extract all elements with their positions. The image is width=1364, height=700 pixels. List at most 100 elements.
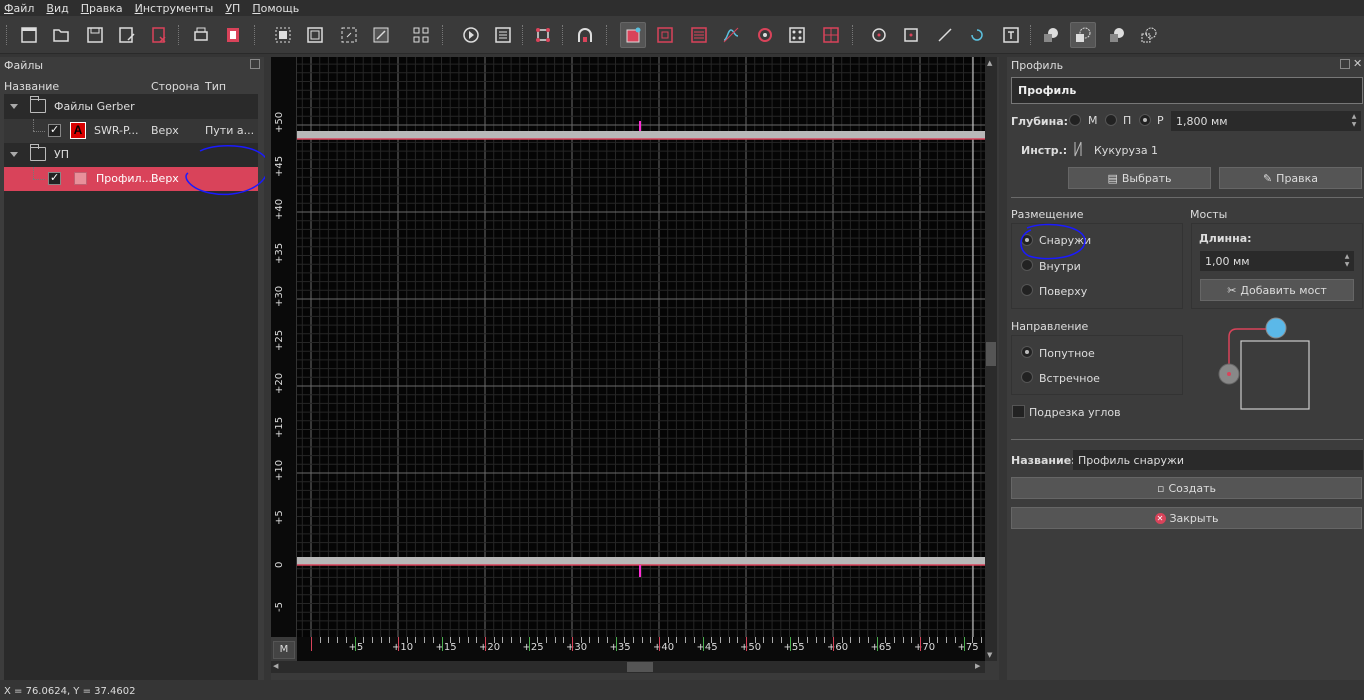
scroll-right-icon[interactable]: ▶ bbox=[975, 662, 980, 670]
column-side[interactable]: Сторона bbox=[151, 80, 199, 93]
isolation-tool-icon[interactable] bbox=[718, 22, 744, 48]
close-file-icon[interactable] bbox=[146, 22, 172, 48]
board-outline-path[interactable] bbox=[297, 557, 985, 565]
edit-tool-button[interactable]: ✎ Правка bbox=[1219, 167, 1362, 189]
drill-grid-icon[interactable] bbox=[818, 22, 844, 48]
ruler-tick bbox=[319, 637, 321, 643]
name-value: Профиль снаружи bbox=[1078, 454, 1185, 467]
depth-radio-m[interactable] bbox=[1069, 114, 1081, 126]
intersect-icon[interactable] bbox=[1104, 22, 1130, 48]
direction-radio-conventional[interactable] bbox=[1021, 371, 1033, 383]
visibility-checkbox[interactable] bbox=[48, 171, 61, 185]
drill-pattern-icon[interactable] bbox=[784, 22, 810, 48]
ruler-tick bbox=[728, 637, 730, 643]
close-icon[interactable]: ✕ bbox=[1353, 57, 1362, 70]
depth-label: Глубина: bbox=[1011, 115, 1069, 128]
print-icon[interactable] bbox=[188, 22, 214, 48]
bridge-length-value: 1,00 мм bbox=[1205, 255, 1250, 268]
ruler-tick bbox=[502, 637, 504, 643]
scroll-thumb[interactable] bbox=[627, 662, 653, 672]
add-bridge-button[interactable]: ✂ Добавить мост bbox=[1200, 279, 1354, 301]
line-tool-icon[interactable] bbox=[932, 22, 958, 48]
toolbar-grip[interactable] bbox=[6, 25, 9, 45]
arc-tool-icon[interactable] bbox=[964, 22, 990, 48]
measure-button[interactable]: M bbox=[273, 641, 295, 659]
menu-view[interactable]: Вид bbox=[46, 2, 68, 15]
depth-radio-p[interactable] bbox=[1105, 114, 1117, 126]
text-tool-icon[interactable] bbox=[998, 22, 1024, 48]
ruler-tick bbox=[363, 637, 365, 643]
create-button[interactable]: ▫ Создать bbox=[1011, 477, 1362, 499]
select-tool-button[interactable]: ▤ Выбрать bbox=[1068, 167, 1211, 189]
depth-radio-r[interactable] bbox=[1139, 114, 1151, 126]
ruler-tick bbox=[589, 637, 591, 643]
scroll-down-icon[interactable]: ▼ bbox=[987, 651, 992, 659]
scissors-icon: ✂ bbox=[1227, 283, 1237, 297]
toolbar-separator bbox=[1030, 25, 1033, 45]
save-icon[interactable] bbox=[82, 22, 108, 48]
depth-input[interactable]: 1,800 мм ▲ ▼ bbox=[1171, 111, 1361, 131]
panel-float-icon[interactable] bbox=[250, 59, 260, 69]
ruler-tick bbox=[511, 637, 513, 643]
open-folder-icon[interactable] bbox=[48, 22, 74, 48]
arch-icon[interactable] bbox=[572, 22, 598, 48]
placement-radio-on[interactable] bbox=[1021, 284, 1033, 296]
layers-list-icon[interactable] bbox=[490, 22, 516, 48]
column-type[interactable]: Тип bbox=[205, 80, 226, 93]
ruler-tick bbox=[493, 637, 495, 643]
horizontal-scrollbar[interactable]: ◀ ▶ bbox=[271, 661, 985, 673]
ruler-tick bbox=[424, 637, 426, 643]
profile-tool-icon[interactable] bbox=[620, 22, 646, 48]
board-frame-icon[interactable] bbox=[530, 22, 556, 48]
circle-tool-icon[interactable] bbox=[866, 22, 892, 48]
splitter-right[interactable] bbox=[1001, 57, 1007, 680]
panel-float-icon[interactable] bbox=[1340, 59, 1350, 69]
spin-icon[interactable]: ▲ ▼ bbox=[1343, 253, 1351, 269]
expand-arrow-icon[interactable] bbox=[10, 152, 18, 157]
bridge-length-input[interactable]: 1,00 мм ▲ ▼ bbox=[1200, 251, 1354, 271]
direction-radio-climb[interactable] bbox=[1021, 346, 1033, 358]
menu-edit[interactable]: Правка bbox=[81, 2, 123, 15]
corners-checkbox[interactable] bbox=[1012, 405, 1025, 418]
new-window-icon[interactable] bbox=[16, 22, 42, 48]
drill-tool-icon[interactable] bbox=[752, 22, 778, 48]
menu-tools[interactable]: Инструменты bbox=[135, 2, 214, 15]
length-label: Длинна: bbox=[1199, 232, 1252, 245]
pocket-tool-icon[interactable] bbox=[652, 22, 678, 48]
zoom-selection-icon[interactable] bbox=[336, 22, 362, 48]
board-outline-path[interactable] bbox=[297, 131, 985, 139]
play-icon[interactable] bbox=[458, 22, 484, 48]
close-button[interactable]: ✕ Закрыть bbox=[1011, 507, 1362, 529]
toolbar-separator bbox=[562, 25, 565, 45]
zoom-window-icon[interactable] bbox=[368, 22, 394, 48]
column-name[interactable]: Название bbox=[4, 80, 59, 93]
ruler-tick bbox=[485, 637, 486, 651]
spin-icon[interactable]: ▲ ▼ bbox=[1350, 113, 1358, 129]
tree-item-gerber-files[interactable]: Файлы Gerber bbox=[4, 95, 258, 119]
profile-panel: Профиль ✕ Профиль Глубина: М П Р 1,800 м… bbox=[1007, 57, 1364, 680]
scroll-up-icon[interactable]: ▲ bbox=[987, 59, 992, 67]
zoom-fit-icon[interactable] bbox=[270, 22, 296, 48]
zoom-all-icon[interactable] bbox=[302, 22, 328, 48]
visibility-checkbox[interactable] bbox=[48, 123, 61, 137]
hatch-tool-icon[interactable] bbox=[686, 22, 712, 48]
union-icon[interactable] bbox=[1038, 22, 1064, 48]
vertical-scrollbar[interactable]: ▲ ▼ bbox=[985, 57, 997, 661]
name-input[interactable]: Профиль снаружи bbox=[1073, 450, 1363, 470]
scroll-left-icon[interactable]: ◀ bbox=[273, 662, 278, 670]
ruler-tick-label: +10 bbox=[274, 459, 285, 481]
menu-file[interactable]: Файл bbox=[4, 2, 34, 15]
pcb-canvas[interactable] bbox=[297, 57, 985, 637]
subtract-icon[interactable] bbox=[1070, 22, 1096, 48]
menu-cnc[interactable]: УП bbox=[225, 2, 240, 15]
save-as-icon[interactable] bbox=[114, 22, 140, 48]
scroll-thumb[interactable] bbox=[986, 342, 996, 366]
grid-icon[interactable] bbox=[408, 22, 434, 48]
export-pdf-icon[interactable] bbox=[220, 22, 246, 48]
tree-item-gerber-file[interactable]: A SWR-P... Верх Пути а... bbox=[4, 119, 258, 143]
direction-preview-icon bbox=[1218, 317, 1310, 410]
menu-help[interactable]: Помощь bbox=[252, 2, 299, 15]
rectangle-tool-icon[interactable] bbox=[898, 22, 924, 48]
expand-arrow-icon[interactable] bbox=[10, 104, 18, 109]
exclude-icon[interactable] bbox=[1136, 22, 1162, 48]
